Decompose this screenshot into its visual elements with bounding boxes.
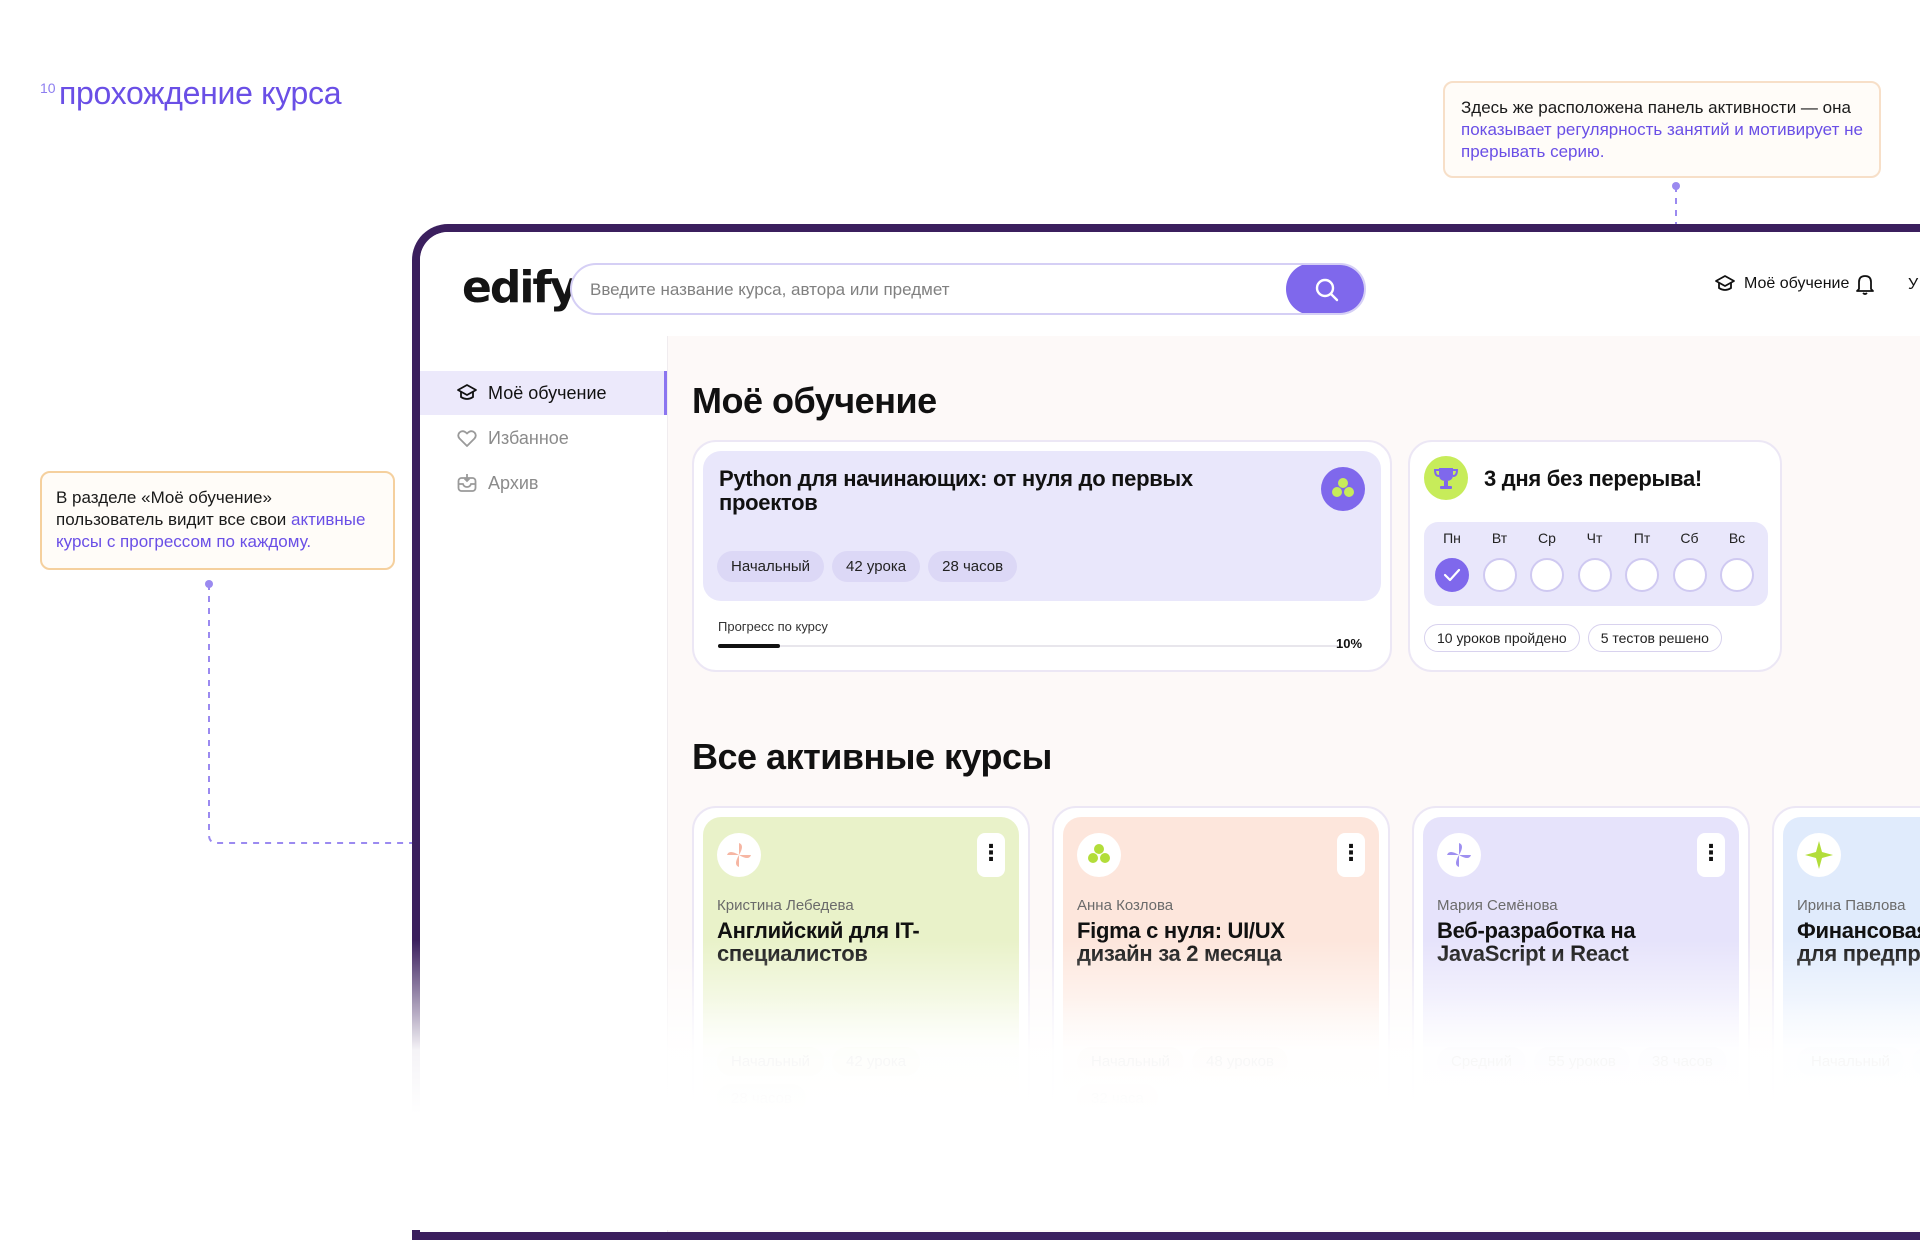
trophy-icon xyxy=(1424,456,1468,500)
weekday-empty-circle xyxy=(1482,558,1517,592)
pinwheel-icon xyxy=(717,833,761,877)
weekday-label: Пт xyxy=(1633,530,1651,546)
weekday-empty-circle xyxy=(1672,558,1707,592)
more-options-button[interactable]: ⋮ xyxy=(1697,833,1725,877)
clover-icon xyxy=(1077,833,1121,877)
tag-lessons: 42 урока xyxy=(832,551,921,582)
archive-icon xyxy=(457,474,477,492)
edify-logo[interactable]: edify xyxy=(462,262,578,313)
sidebar-item-favorites[interactable]: Избанное xyxy=(420,416,667,460)
course-author: Анна Козлова xyxy=(1077,897,1174,914)
right-connector-dot-start xyxy=(1672,182,1680,190)
activity-panel: 3 дня без перерыва! Пн Вт Ср Чт Пт Сб Вс 10 ур… xyxy=(1408,440,1782,672)
progress-bar xyxy=(718,644,1338,648)
course-author: Кристина Лебедева xyxy=(717,897,854,914)
sidebar-item-label: Моё обучение xyxy=(488,382,607,403)
callout-right-accent: показывает регулярность занятий и мотиви… xyxy=(1461,120,1863,161)
topnav-my-learning-label: Моё обучение xyxy=(1744,275,1850,292)
weekday-label: Вс xyxy=(1728,530,1746,546)
weekday-label: Пн xyxy=(1443,530,1461,546)
progress-bar-fill xyxy=(718,644,780,648)
weekday-empty-circle xyxy=(1530,558,1564,592)
callout-left-text: В разделе «Моё обучение» пользователь ви… xyxy=(56,488,292,529)
callout-my-learning: В разделе «Моё обучение» пользователь ви… xyxy=(40,471,395,570)
search-input[interactable] xyxy=(588,277,1252,303)
activity-stats: 10 уроков пройдено 5 тестов решено xyxy=(1424,624,1722,652)
sidebar-item-my-learning[interactable]: Моё обучение xyxy=(420,371,667,415)
weekday-label: Ср xyxy=(1538,530,1556,546)
weekday-empty-circle xyxy=(1720,558,1754,592)
tests-stat: 5 тестов решено xyxy=(1587,624,1722,652)
left-connector-dot-start xyxy=(205,580,213,588)
progress-value: 10% xyxy=(1336,636,1363,651)
search-icon xyxy=(1315,278,1339,302)
page-title: Моё обучение xyxy=(692,380,937,421)
progress-label: Прогресс по курсу xyxy=(718,619,828,634)
topnav-cut-item[interactable]: У xyxy=(1908,276,1918,294)
bottom-fade xyxy=(412,940,1920,1230)
callout-right-text: Здесь же расположена панель активности —… xyxy=(1461,98,1851,117)
more-options-button[interactable]: ⋮ xyxy=(977,833,1005,877)
topnav-my-learning[interactable]: Моё обучение xyxy=(1714,274,1849,294)
pinwheel-icon xyxy=(1437,833,1481,877)
week-tracker: Пн Вт Ср Чт Пт Сб Вс xyxy=(1424,522,1768,606)
tag-hours: 28 часов xyxy=(928,551,1018,582)
weekday-label: Чт xyxy=(1586,530,1603,546)
notifications-button[interactable] xyxy=(1854,272,1876,301)
search-bar[interactable] xyxy=(570,263,1366,315)
current-course-header: Python для начинающих: от нуля до первых… xyxy=(703,451,1381,601)
active-courses-heading: Все активные курсы xyxy=(692,736,1052,777)
course-badge-icon xyxy=(1321,467,1365,511)
sidebar-item-label: Архив xyxy=(488,472,539,493)
tag-level: Начальный xyxy=(717,551,825,582)
graduation-cap-icon xyxy=(1715,275,1735,291)
check-icon xyxy=(1443,568,1461,582)
weekday-done-check xyxy=(1435,558,1469,592)
sidebar-item-label: Избанное xyxy=(488,427,569,448)
current-course-card[interactable]: Python для начинающих: от нуля до первых… xyxy=(692,440,1392,672)
sidebar-item-archive[interactable]: Архив xyxy=(420,461,667,505)
bell-icon xyxy=(1856,275,1874,295)
sparkle-icon xyxy=(1797,833,1841,877)
lessons-stat: 10 уроков пройдено xyxy=(1424,624,1580,652)
streak-title: 3 дня без перерыва! xyxy=(1484,466,1702,491)
weekday-label: Вт xyxy=(1491,530,1508,546)
course-author: Мария Семёнова xyxy=(1437,897,1558,914)
search-button[interactable] xyxy=(1286,265,1364,313)
more-options-button[interactable]: ⋮ xyxy=(1337,833,1365,877)
weekday-empty-circle xyxy=(1625,558,1659,592)
weekday-label: Сб xyxy=(1680,530,1699,546)
weekday-empty-circle xyxy=(1577,558,1612,592)
top-bar: edify Моё обучение xyxy=(420,232,1920,336)
course-author: Ирина Павлова xyxy=(1797,897,1906,914)
graduation-cap-icon xyxy=(457,384,477,400)
heart-icon xyxy=(457,430,477,447)
callout-activity-panel: Здесь же расположена панель активности —… xyxy=(1443,81,1881,178)
current-course-title: Python для начинающих: от нуля до первых… xyxy=(719,466,1193,515)
current-course-tags: Начальный 42 урока 28 часов xyxy=(717,551,1018,582)
